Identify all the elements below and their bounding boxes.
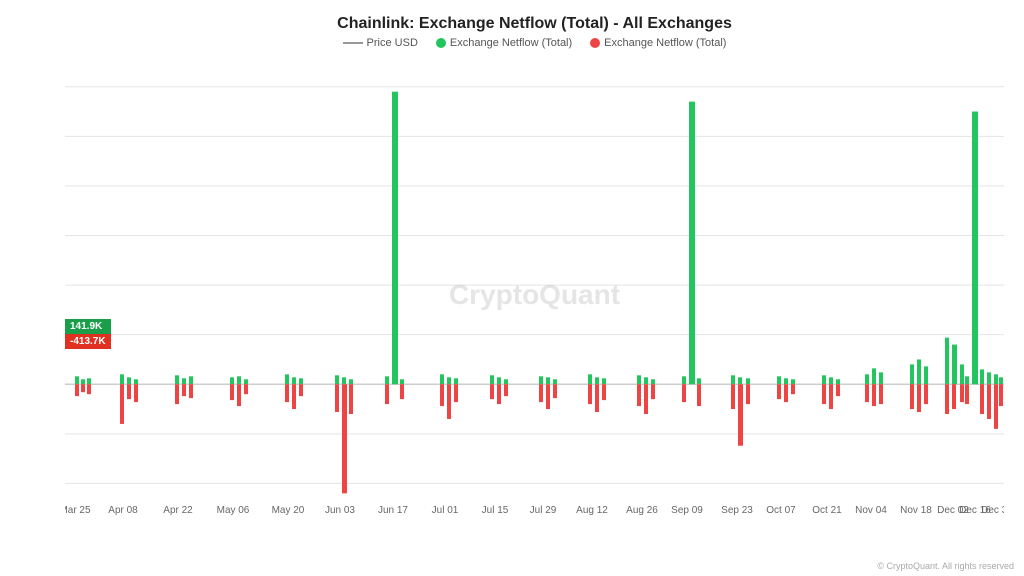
chart-area: CryptoQuant 141.9K -413.7K 12M 10M 8M 6M…: [65, 57, 1004, 533]
svg-text:Nov 04: Nov 04: [855, 505, 887, 516]
svg-text:Jul 01: Jul 01: [432, 505, 459, 516]
svg-text:Nov 18: Nov 18: [900, 505, 932, 516]
svg-text:Sep 23: Sep 23: [721, 505, 753, 516]
svg-text:May 20: May 20: [272, 505, 305, 516]
svg-text:Oct 21: Oct 21: [812, 505, 842, 516]
legend: Price USD Exchange Netflow (Total) Excha…: [65, 37, 1004, 49]
svg-text:Apr 08: Apr 08: [108, 505, 138, 516]
legend-netflow-red: Exchange Netflow (Total): [590, 37, 726, 49]
svg-text:Jun 03: Jun 03: [325, 505, 355, 516]
price-line-icon: [343, 42, 363, 44]
copyright-text: © CryptoQuant. All rights reserved: [877, 561, 1014, 571]
svg-text:Jun 17: Jun 17: [378, 505, 408, 516]
green-dot-icon: [436, 38, 446, 48]
legend-price: Price USD: [343, 37, 418, 49]
chart-title: Chainlink: Exchange Netflow (Total) - Al…: [65, 15, 1004, 33]
svg-text:May 06: May 06: [217, 505, 250, 516]
legend-green-label: Exchange Netflow (Total): [450, 37, 572, 49]
chart-svg: 12M 10M 8M 6M 4M 2M 0 -2M -4M: [65, 57, 1004, 533]
svg-text:Oct 07: Oct 07: [766, 505, 796, 516]
svg-text:Aug 26: Aug 26: [626, 505, 658, 516]
tooltip-box: 141.9K -413.7K: [65, 319, 111, 349]
svg-text:Mar 25: Mar 25: [65, 505, 91, 516]
svg-text:Apr 22: Apr 22: [163, 505, 193, 516]
svg-text:Jul 15: Jul 15: [482, 505, 509, 516]
tooltip-green-value: 141.9K: [65, 319, 111, 334]
svg-text:Jul 29: Jul 29: [530, 505, 557, 516]
svg-text:Dec 30: Dec 30: [981, 505, 1004, 516]
svg-text:Aug 12: Aug 12: [576, 505, 608, 516]
svg-text:Sep 09: Sep 09: [671, 505, 703, 516]
tooltip-red-value: -413.7K: [65, 334, 111, 349]
chart-container: Chainlink: Exchange Netflow (Total) - Al…: [0, 0, 1024, 576]
legend-red-label: Exchange Netflow (Total): [604, 37, 726, 49]
legend-price-label: Price USD: [367, 37, 418, 49]
red-dot-icon: [590, 38, 600, 48]
legend-netflow-green: Exchange Netflow (Total): [436, 37, 572, 49]
